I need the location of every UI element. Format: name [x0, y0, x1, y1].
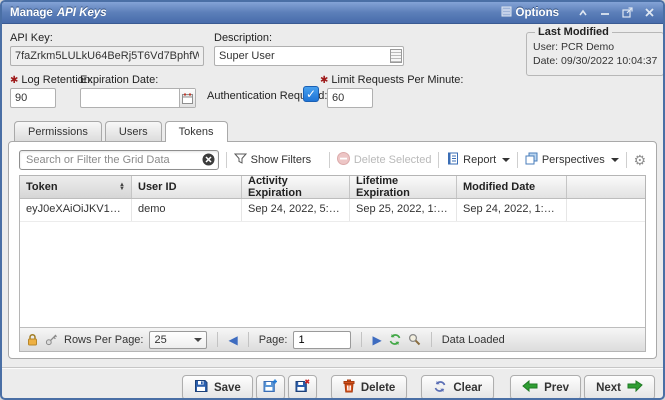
prev-button[interactable]: Prev	[510, 375, 581, 400]
report-button[interactable]: Report	[446, 152, 510, 168]
save-close-icon	[295, 379, 310, 396]
description-label: Description:	[214, 32, 272, 44]
required-marker: ✱	[10, 75, 18, 86]
sort-icon: ▲▼	[119, 183, 125, 191]
chevron-down-icon	[194, 338, 202, 342]
column-header-lifetime-expiration[interactable]: Lifetime Expiration	[350, 176, 457, 198]
last-modified-user: User: PCR Demo	[533, 40, 657, 54]
tab-tokens[interactable]: Tokens	[165, 121, 228, 142]
cell-token: eyJ0eXAiOiJKV1QiLCJ...	[20, 199, 132, 221]
manage-api-keys-window: ManageAPI Keys Options API Key: Descript…	[0, 0, 665, 400]
delete-button[interactable]: Delete	[331, 375, 408, 400]
cell-activity-expiration: Sep 24, 2022, 5:36 pm	[242, 199, 350, 221]
save-close-button[interactable]	[288, 375, 317, 400]
options-button[interactable]: Options	[501, 6, 559, 20]
tab-bar: Permissions Users Tokens	[2, 120, 663, 141]
last-modified-legend: Last Modified	[535, 26, 612, 38]
clear-button[interactable]: Clear	[421, 375, 494, 400]
save-new-button[interactable]	[256, 375, 285, 400]
save-button[interactable]: Save	[182, 375, 253, 400]
arrow-left-icon	[522, 380, 538, 395]
popout-icon[interactable]	[619, 6, 635, 20]
collapse-icon[interactable]	[575, 6, 591, 20]
check-icon: ✓	[306, 87, 316, 101]
cell-lifetime-expiration: Sep 25, 2022, 1:36 pm	[350, 199, 457, 221]
gear-icon[interactable]: ⚙	[633, 153, 646, 167]
clear-search-icon[interactable]	[202, 153, 215, 166]
tokens-grid: Token ▲▼ User ID Activity Expiration Lif…	[19, 175, 646, 352]
column-header-activity-expiration[interactable]: Activity Expiration	[242, 176, 350, 198]
required-marker: ✱	[320, 75, 328, 86]
tab-permissions[interactable]: Permissions	[14, 121, 102, 141]
column-header-modified-date[interactable]: Modified Date	[457, 176, 567, 198]
next-button[interactable]: Next	[584, 375, 655, 400]
grid-status-text: Data Loaded	[442, 334, 505, 346]
log-retention-field[interactable]	[10, 88, 56, 108]
action-button-bar: Save Delete Clear	[2, 368, 663, 400]
cell-modified-date: Sep 24, 2022, 1:36 pm	[457, 199, 567, 221]
cell-user-id: demo	[132, 199, 242, 221]
next-page-icon[interactable]: ▶	[372, 334, 381, 346]
column-header-token[interactable]: Token ▲▼	[20, 176, 132, 198]
window-title: ManageAPI Keys	[10, 7, 107, 19]
page-label: Page:	[259, 334, 288, 346]
grid-header-row: Token ▲▼ User ID Activity Expiration Lif…	[20, 176, 645, 199]
expand-textarea-icon[interactable]	[390, 49, 402, 63]
funnel-icon	[234, 153, 247, 168]
refresh-icon[interactable]	[388, 333, 402, 346]
grid-toolbar: Show Filters Delete Selected Report	[19, 148, 646, 172]
last-modified-panel: Last Modified User: PCR Demo Date: 09/30…	[526, 26, 664, 76]
search-input[interactable]	[19, 150, 219, 170]
title-bar: ManageAPI Keys Options	[2, 2, 663, 24]
tab-users[interactable]: Users	[105, 121, 162, 141]
table-row[interactable]: eyJ0eXAiOiJKV1QiLCJ... demo Sep 24, 2022…	[20, 199, 645, 222]
column-header-empty	[567, 176, 645, 198]
limit-requests-label: ✱Limit Requests Per Minute:	[320, 74, 463, 86]
column-header-user-id[interactable]: User ID	[132, 176, 242, 198]
report-icon	[446, 152, 459, 168]
api-key-field[interactable]	[10, 46, 204, 66]
clear-icon	[433, 380, 447, 396]
rows-per-page-select[interactable]: 25	[149, 331, 207, 349]
prev-page-icon[interactable]: ◀	[228, 334, 237, 346]
page-number-input[interactable]	[293, 331, 351, 349]
save-new-icon	[263, 379, 278, 396]
description-field[interactable]	[214, 46, 404, 66]
delete-selected-button[interactable]: Delete Selected	[337, 152, 432, 168]
close-icon[interactable]	[641, 6, 657, 20]
expiration-date-label: Expiration Date:	[80, 74, 158, 86]
key-icon[interactable]	[45, 333, 58, 346]
grid-footer: Rows Per Page: 25 ◀ Page: ▶	[20, 327, 645, 351]
grid-empty-area	[20, 222, 645, 327]
show-filters-button[interactable]: Show Filters	[234, 153, 312, 168]
limit-requests-field[interactable]	[327, 88, 373, 108]
cell-empty	[567, 199, 645, 221]
arrow-right-icon	[627, 380, 643, 395]
options-grid-icon	[501, 6, 512, 20]
api-key-label: API Key:	[10, 32, 53, 44]
perspectives-icon	[525, 152, 538, 168]
chevron-down-icon	[611, 158, 619, 162]
minimize-icon[interactable]	[597, 6, 613, 20]
perspectives-button[interactable]: Perspectives	[525, 152, 619, 168]
save-icon	[194, 379, 208, 396]
calendar-icon[interactable]	[179, 89, 195, 107]
tokens-tab-panel: Show Filters Delete Selected Report	[8, 141, 657, 359]
trash-icon	[343, 379, 355, 396]
lock-icon[interactable]	[26, 333, 39, 346]
minus-circle-icon	[337, 152, 350, 168]
auth-required-checkbox[interactable]: ✓	[303, 86, 319, 102]
magnifier-icon[interactable]	[408, 333, 421, 346]
last-modified-date: Date: 09/30/2022 10:04:37	[533, 54, 657, 68]
chevron-down-icon	[502, 158, 510, 162]
api-key-form: API Key: Description: Last Modified User…	[2, 24, 663, 120]
rows-per-page-label: Rows Per Page:	[64, 334, 143, 346]
